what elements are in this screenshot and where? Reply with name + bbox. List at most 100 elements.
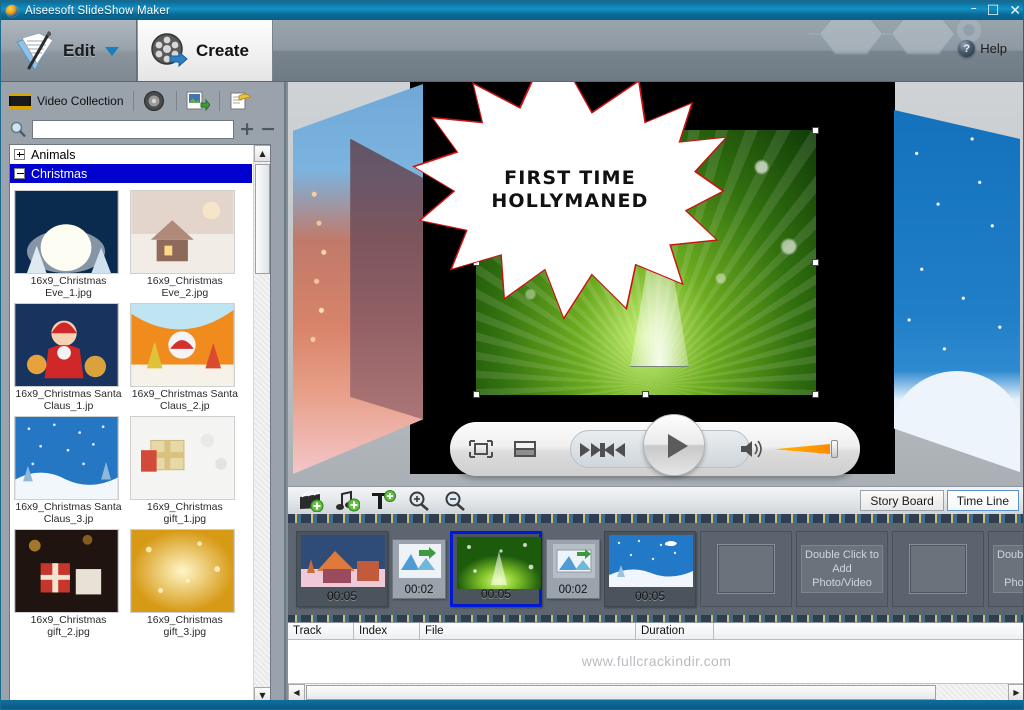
play-icon [668, 434, 688, 458]
slide-thumbnail [301, 535, 385, 587]
play-button[interactable] [643, 414, 705, 476]
add-video-icon[interactable] [298, 490, 324, 512]
thumbnail-caption: 16x9_Christmas Eve_2.jpg [146, 275, 223, 299]
list-item[interactable]: 16x9_Christmas Eve_2.jpg [130, 190, 239, 299]
volume-knob[interactable] [831, 440, 838, 458]
list-item[interactable]: 16x9_Christmas Santa Claus_1.jp [14, 303, 123, 412]
audio-collection-icon[interactable] [143, 90, 167, 112]
storyboard-slide-1[interactable]: 00:05 [296, 531, 388, 607]
slide-duration: 00:05 [480, 587, 512, 601]
storyboard-items: 00:05 00:02 00:05 00:02 00:05 Double Cli… [288, 523, 1023, 615]
preview-slide-left [293, 84, 423, 474]
add-text-icon[interactable] [370, 489, 396, 512]
photo-collection-icon[interactable] [186, 90, 211, 112]
fit-frame-icon[interactable] [468, 438, 494, 460]
add-folder-button[interactable]: + [239, 120, 255, 139]
list-item[interactable]: 16x9_Christmas gift_3.jpg [130, 529, 239, 638]
help-question-icon: ? [958, 40, 976, 57]
resize-handle-bc[interactable] [642, 391, 649, 398]
list-item[interactable]: 16x9_Christmas gift_1.jpg [130, 416, 239, 525]
storyboard-transition-1[interactable]: 00:02 [392, 539, 446, 599]
title-bar: Aiseesoft SlideShow Maker – ☐ ✕ [1, 1, 1023, 20]
close-button[interactable]: ✕ [1009, 4, 1021, 18]
scroll-left-button[interactable]: ◀ [288, 684, 305, 701]
tree-item-christmas[interactable]: Christmas [10, 164, 252, 183]
scroll-up-button[interactable]: ▲ [254, 145, 270, 162]
minimize-button[interactable]: – [971, 1, 977, 15]
scrollbar-thumb[interactable] [306, 685, 936, 700]
thumbnail-caption: 16x9_Christmas gift_3.jpg [146, 614, 223, 638]
column-header-index[interactable]: Index [354, 623, 420, 640]
split-view-icon[interactable] [512, 438, 538, 460]
tab-edit-label: Edit [63, 41, 96, 60]
tree-item-label: Christmas [31, 166, 88, 181]
resize-handle-bl[interactable] [473, 391, 480, 398]
storyboard-empty-slot-1[interactable] [700, 531, 792, 607]
expand-icon[interactable] [14, 149, 25, 160]
resize-handle-tr[interactable] [812, 127, 819, 134]
library-header-label: Video Collection [37, 94, 124, 108]
divider [132, 91, 134, 111]
list-item[interactable]: 16x9_Christmas Santa Claus_2.jp [130, 303, 239, 412]
tab-edit[interactable]: Edit [1, 20, 137, 81]
thumbnail-grid: 16x9_Christmas Eve_1.jpg 16x9_Christmas … [14, 190, 252, 642]
list-item[interactable]: 16x9_Christmas gift_2.jpg [14, 529, 123, 638]
scroll-right-button[interactable]: ▶ [1008, 684, 1023, 701]
storyboard-add-slot-1[interactable]: Double Click to Add Photo/Video [796, 531, 888, 607]
open-folder-icon[interactable] [229, 90, 253, 112]
column-header-track[interactable]: Track [288, 623, 354, 640]
zoom-in-icon[interactable] [406, 490, 432, 512]
thumbnail-image [14, 416, 119, 500]
list-item[interactable]: 16x9_Christmas Santa Claus_3.jp [14, 416, 123, 525]
collapse-icon[interactable] [14, 168, 25, 179]
tab-time-line[interactable]: Time Line [946, 490, 1019, 511]
add-music-icon[interactable] [334, 490, 361, 512]
library-vertical-scrollbar[interactable]: ▲ ▼ [253, 145, 270, 704]
scrollbar-thumb[interactable] [255, 164, 270, 274]
transition-duration: 00:02 [558, 584, 588, 596]
speaker-icon[interactable] [740, 439, 764, 459]
column-header-file[interactable]: File [420, 623, 636, 640]
list-item[interactable]: 16x9_Christmas Eve_1.jpg [14, 190, 123, 299]
storyboard-transition-2[interactable]: 00:02 [546, 539, 600, 599]
view-mode-buttons: Story Board Time Line [860, 490, 1019, 511]
thumbnail-caption: 16x9_Christmas gift_2.jpg [30, 614, 107, 638]
starburst-text: FIRST TIME HOLLYMANED [412, 167, 728, 213]
player-controls [450, 414, 860, 476]
column-header-duration[interactable]: Duration [636, 623, 714, 640]
search-input[interactable] [32, 119, 235, 139]
storyboard-slide-2[interactable]: 00:05 [450, 531, 542, 607]
preview-slide-right [894, 110, 1020, 472]
column-header-extra[interactable] [714, 623, 1023, 640]
thumbnail-caption: 16x9_Christmas Santa Claus_1.jp [15, 388, 122, 412]
help-label: Help [980, 41, 1007, 56]
volume-slider[interactable] [774, 440, 838, 458]
thumbnail-caption: 16x9_Christmas gift_1.jpg [146, 501, 223, 525]
maximize-button[interactable]: ☐ [987, 4, 1000, 18]
tree-item-animals[interactable]: Animals [10, 145, 270, 164]
remove-folder-button[interactable]: − [260, 120, 276, 139]
zoom-out-icon[interactable] [442, 490, 468, 512]
storyboard-strip: 00:05 00:02 00:05 00:02 00:05 Double Cli… [288, 514, 1023, 624]
resize-handle-mr[interactable] [812, 259, 819, 266]
library-header: Video Collection [9, 88, 278, 114]
site-watermark: www.fullcrackindir.com [581, 653, 732, 669]
transition-icon [553, 544, 595, 578]
film-perforation-top [288, 514, 1023, 523]
storyboard-add-slot-2[interactable]: Double Click to Add Photo/Video [988, 531, 1023, 607]
storyboard-empty-slot-2[interactable] [892, 531, 984, 607]
help-button[interactable]: ? Help [958, 40, 1007, 57]
next-icon[interactable] [578, 443, 606, 461]
tree-item-label: Animals [31, 147, 76, 162]
tab-create[interactable]: Create [138, 20, 273, 81]
resize-handle-br[interactable] [812, 391, 819, 398]
storyboard-slide-3[interactable]: 00:05 [604, 531, 696, 607]
volume-level [774, 444, 830, 454]
application-window: Aiseesoft SlideShow Maker – ☐ ✕ Edit Cre… [0, 0, 1024, 710]
thumbnail-caption: 16x9_Christmas Santa Claus_2.jp [131, 388, 238, 412]
timeline-horizontal-scrollbar[interactable]: ◀ ▶ [288, 683, 1023, 701]
edit-document-icon [16, 31, 54, 71]
status-bar [1, 700, 1023, 709]
tab-story-board[interactable]: Story Board [860, 490, 944, 511]
chevron-down-icon[interactable] [105, 46, 120, 56]
